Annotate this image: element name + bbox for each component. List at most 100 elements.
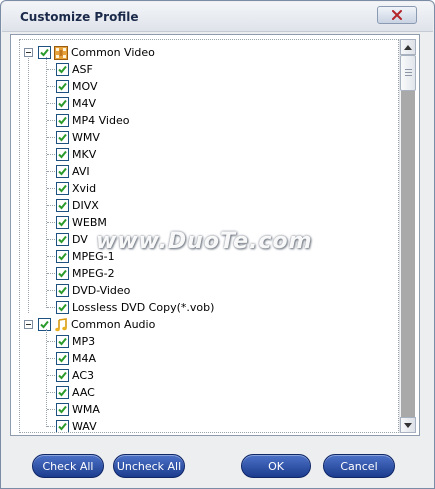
tree-item[interactable]: WAV xyxy=(56,418,97,433)
item-checkbox[interactable] xyxy=(56,114,69,127)
check-mark-icon xyxy=(58,99,67,108)
tree-item[interactable]: AC3 xyxy=(56,367,94,384)
tree-item[interactable]: DIVX xyxy=(56,197,99,214)
tree-item[interactable]: M4A xyxy=(56,350,96,367)
tree-branch-line xyxy=(47,188,55,189)
category-label: Common Video xyxy=(71,46,155,59)
tree-item[interactable]: MPEG-1 xyxy=(56,248,115,265)
check-mark-icon xyxy=(58,354,67,363)
item-checkbox[interactable] xyxy=(56,97,69,110)
film-icon xyxy=(54,45,68,60)
item-checkbox[interactable] xyxy=(56,131,69,144)
tree-branch-line xyxy=(47,103,55,104)
item-checkbox[interactable] xyxy=(56,216,69,229)
tree-branch-line xyxy=(47,273,55,274)
tree-item[interactable]: AVI xyxy=(56,163,90,180)
item-checkbox[interactable] xyxy=(56,369,69,382)
item-checkbox[interactable] xyxy=(56,352,69,365)
close-button[interactable] xyxy=(377,6,417,24)
tree-item[interactable]: MP4 Video xyxy=(56,112,129,129)
tree-branch-line xyxy=(47,69,55,70)
ok-button[interactable]: OK xyxy=(241,454,311,478)
item-checkbox[interactable] xyxy=(56,301,69,314)
tree-item[interactable]: ASF xyxy=(56,61,93,78)
category-checkbox[interactable] xyxy=(38,46,51,59)
item-checkbox[interactable] xyxy=(56,284,69,297)
check-mark-icon xyxy=(58,65,67,74)
check-mark-icon xyxy=(58,371,67,380)
tree-item[interactable]: MKV xyxy=(56,146,96,163)
tree-item[interactable]: MPEG-2 xyxy=(56,265,115,282)
tree-item[interactable]: Lossless DVD Copy(*.vob) xyxy=(56,299,214,316)
item-label: MP3 xyxy=(72,335,96,348)
item-checkbox[interactable] xyxy=(56,80,69,93)
collapse-toggle[interactable] xyxy=(24,48,33,57)
check-mark-icon xyxy=(40,48,49,57)
item-checkbox[interactable] xyxy=(56,335,69,348)
tree-connector-line xyxy=(46,57,47,308)
cancel-button[interactable]: Cancel xyxy=(323,454,395,478)
tree-category-1[interactable]: Common Audio xyxy=(24,316,155,333)
scroll-up-button[interactable] xyxy=(400,39,416,55)
item-checkbox[interactable] xyxy=(56,199,69,212)
close-icon xyxy=(392,10,402,20)
vertical-scrollbar[interactable] xyxy=(399,39,416,433)
item-checkbox[interactable] xyxy=(56,403,69,416)
category-checkbox[interactable] xyxy=(38,318,51,331)
customize-profile-dialog: Customize Profile Common Video ASF MOV M4V M… xyxy=(0,0,435,489)
uncheck-all-button[interactable]: Uncheck All xyxy=(113,454,185,478)
item-label: MOV xyxy=(72,80,98,93)
tree-item[interactable]: WEBM xyxy=(56,214,107,231)
item-label: M4A xyxy=(72,352,97,365)
check-mark-icon xyxy=(58,82,67,91)
check-mark-icon xyxy=(58,184,67,193)
tree-branch-line xyxy=(47,137,55,138)
arrow-down-icon xyxy=(404,422,412,428)
music-note-icon xyxy=(54,317,68,332)
item-checkbox[interactable] xyxy=(56,165,69,178)
item-label: DIVX xyxy=(72,199,99,212)
tree-item[interactable]: DV xyxy=(56,231,88,248)
tree-branch-line xyxy=(47,239,55,240)
check-all-button[interactable]: Check All xyxy=(32,454,104,478)
item-checkbox[interactable] xyxy=(56,250,69,263)
tree-item[interactable]: M4V xyxy=(56,95,96,112)
check-mark-icon xyxy=(58,252,67,261)
tree-branch-line xyxy=(47,171,55,172)
tree-branch-line xyxy=(47,222,55,223)
scroll-track[interactable] xyxy=(401,91,415,417)
profile-tree-panel: Common Video ASF MOV M4V MP4 Video WMV MKV AVI X… xyxy=(10,34,420,436)
check-mark-icon xyxy=(58,337,67,346)
tree-connector-line xyxy=(46,329,47,427)
tree-branch-line xyxy=(47,341,55,342)
item-checkbox[interactable] xyxy=(56,267,69,280)
check-mark-icon xyxy=(58,167,67,176)
collapse-toggle[interactable] xyxy=(24,320,33,329)
tree-item[interactable]: MP3 xyxy=(56,333,95,350)
arrow-up-icon xyxy=(404,44,412,50)
item-checkbox[interactable] xyxy=(56,182,69,195)
item-label: MPEG-1 xyxy=(72,250,115,263)
check-mark-icon xyxy=(58,422,67,431)
profile-tree: Common Video ASF MOV M4V MP4 Video WMV MKV AVI X… xyxy=(19,39,399,433)
scroll-down-button[interactable] xyxy=(400,417,416,433)
item-checkbox[interactable] xyxy=(56,148,69,161)
item-checkbox[interactable] xyxy=(56,233,69,246)
item-label: MKV xyxy=(72,148,97,161)
item-label: M4V xyxy=(72,97,97,110)
item-checkbox[interactable] xyxy=(56,386,69,399)
scroll-thumb[interactable] xyxy=(400,55,416,91)
tree-item[interactable]: DVD-Video xyxy=(56,282,130,299)
item-checkbox[interactable] xyxy=(56,63,69,76)
check-mark-icon xyxy=(58,388,67,397)
item-checkbox[interactable] xyxy=(56,420,69,432)
tree-category-0[interactable]: Common Video xyxy=(24,44,155,61)
tree-item[interactable]: WMA xyxy=(56,401,100,418)
tree-item[interactable]: WMV xyxy=(56,129,100,146)
item-label: WMA xyxy=(72,403,100,416)
tree-item[interactable]: Xvid xyxy=(56,180,96,197)
check-mark-icon xyxy=(58,133,67,142)
tree-item[interactable]: AAC xyxy=(56,384,95,401)
item-label: WAV xyxy=(72,420,97,433)
tree-item[interactable]: MOV xyxy=(56,78,97,95)
